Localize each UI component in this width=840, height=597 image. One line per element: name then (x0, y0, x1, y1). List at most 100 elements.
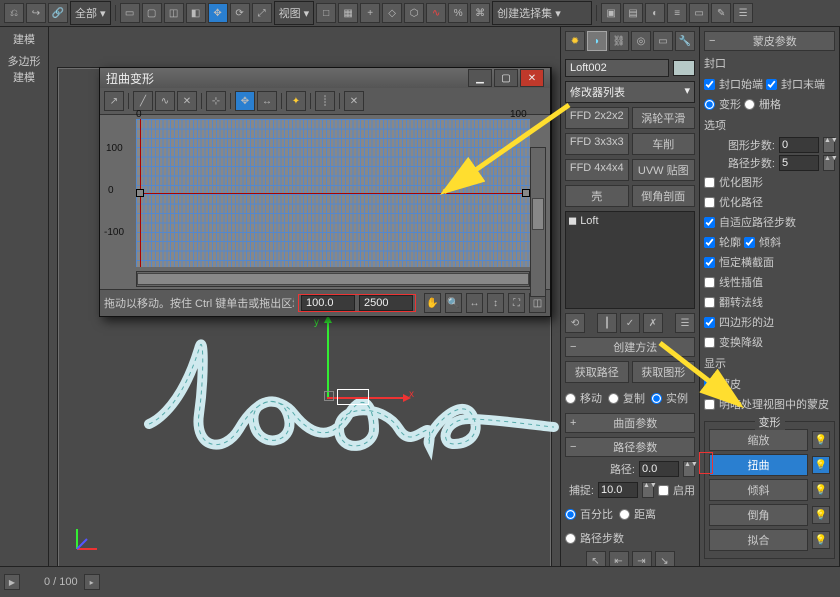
section-create[interactable]: −创建方法 (565, 337, 695, 357)
hierarchy-tab[interactable]: ⛓ (609, 31, 629, 51)
spinner-btns[interactable]: ▲▼ (823, 137, 835, 153)
radio-instance[interactable]: 实例 (651, 389, 688, 407)
filter-dropdown[interactable]: 全部 ▾ (70, 1, 111, 25)
close-button[interactable]: ✕ (520, 69, 544, 87)
delete-point-tool[interactable]: ✕ (344, 91, 364, 111)
cap-start-chk[interactable]: 封口始端 (704, 75, 763, 93)
tool-btn[interactable]: ◫ (164, 3, 184, 23)
value-field-1[interactable]: 100.0 (301, 295, 355, 311)
graph-hscroll[interactable] (136, 271, 530, 287)
twist-bulb[interactable]: 💡 (812, 456, 830, 474)
opt-chk[interactable]: 变换降级 (704, 333, 835, 351)
maximize-button[interactable]: ▢ (494, 69, 518, 87)
opt-chk[interactable]: 四边形的边 (704, 313, 835, 331)
curve-point-end[interactable] (522, 189, 530, 197)
fit-bulb[interactable]: 💡 (812, 531, 830, 549)
tool-btn[interactable]: ▭ (689, 3, 709, 23)
cap-end-chk[interactable]: 封口末端 (766, 75, 825, 93)
move-tool[interactable]: ✥ (208, 3, 228, 23)
stack-btn[interactable]: ✗ (643, 313, 663, 333)
tool-btn[interactable]: ◧ (186, 3, 206, 23)
fit-deform-btn[interactable]: 拟合 (709, 529, 808, 551)
bevel-deform-btn[interactable]: 倒角 (709, 504, 808, 526)
curve-tool[interactable]: ↗ (104, 91, 124, 111)
enable-chk[interactable]: 启用 (658, 481, 695, 499)
zoom-tool[interactable]: ↔ (466, 293, 483, 313)
display-tab[interactable]: ▭ (653, 31, 673, 51)
section-path[interactable]: −路径参数 (565, 437, 695, 457)
get-shape-btn[interactable]: 获取图形 (632, 361, 696, 383)
mod-btn[interactable]: 车削 (632, 133, 696, 155)
modifier-stack[interactable]: ◼ Loft (565, 211, 695, 309)
stack-btn[interactable]: ┃ (597, 313, 617, 333)
selset-dropdown[interactable]: 创建选择集 ▾ (492, 1, 592, 25)
curve-tool[interactable]: ✕ (177, 91, 197, 111)
mod-btn[interactable]: FFD 4x4x4 (565, 159, 629, 181)
zoom-tool[interactable]: 🔍 (445, 293, 462, 313)
opt-chk[interactable]: 优化图形 (704, 173, 835, 191)
stack-btn[interactable]: ✓ (620, 313, 640, 333)
radio-move[interactable]: 移动 (565, 389, 602, 407)
mod-btn[interactable]: 倒角剖面 (632, 185, 696, 207)
mod-btn[interactable]: 壳 (565, 185, 629, 207)
spinner-btns[interactable]: ▲▼ (642, 482, 654, 498)
skin-vp-chk[interactable]: 明暗处理视图中的蒙皮 (704, 395, 835, 413)
scale-tool[interactable]: ⤢ (252, 3, 272, 23)
modify-tab[interactable]: ◗ (587, 31, 607, 51)
snap-btn[interactable]: ∿ (426, 3, 446, 23)
bevel-bulb[interactable]: 💡 (812, 506, 830, 524)
opt-chk[interactable]: 倾斜 (744, 233, 781, 251)
tool-btn[interactable]: ↪ (26, 3, 46, 23)
zoom-tool[interactable]: ✋ (424, 293, 441, 313)
tool-btn[interactable]: 🔗 (48, 3, 68, 23)
tool-btn[interactable]: ◇ (382, 3, 402, 23)
tool-btn[interactable]: + (360, 3, 380, 23)
teeter-bulb[interactable]: 💡 (812, 481, 830, 499)
shape-steps-spinner[interactable]: 0 (779, 137, 819, 153)
rotate-tool[interactable]: ⟳ (230, 3, 250, 23)
tool-btn[interactable]: % (448, 3, 468, 23)
tool-btn[interactable]: ▭ (120, 3, 140, 23)
zoom-tool[interactable]: ↕ (487, 293, 504, 313)
scale-bulb[interactable]: 💡 (812, 431, 830, 449)
tool-btn[interactable]: ☰ (733, 3, 753, 23)
skin-chk[interactable]: 蒙皮 (704, 375, 835, 393)
opt-chk[interactable]: 翻转法线 (704, 293, 835, 311)
deform-graph[interactable] (136, 119, 530, 267)
opt-chk[interactable]: 恒定横截面 (704, 253, 835, 271)
motion-tab[interactable]: ◎ (631, 31, 651, 51)
path-steps-spinner[interactable]: 5 (779, 155, 819, 171)
mod-btn[interactable]: FFD 2x2x2 (565, 107, 629, 129)
spinner-btns[interactable]: ▲▼ (823, 155, 835, 171)
tool-btn[interactable]: ◐ (645, 3, 665, 23)
section-surface[interactable]: +曲面参数 (565, 413, 695, 433)
get-path-btn[interactable]: 获取路径 (565, 361, 629, 383)
move-point-tool[interactable]: ✥ (235, 91, 255, 111)
curve-tool[interactable]: ✦ (286, 91, 306, 111)
play-button[interactable]: ▶ (4, 574, 20, 590)
dialog-titlebar[interactable]: 扭曲变形 ▁ ▢ ✕ (100, 68, 550, 88)
curve-tool[interactable]: ╱ (133, 91, 153, 111)
zoom-tool[interactable]: ⛶ (508, 293, 525, 313)
spinner-btns[interactable]: ▲▼ (683, 461, 695, 477)
modifier-list-dropdown[interactable]: 修改器列表▾ (565, 81, 695, 103)
value-field-2[interactable]: 2500 (359, 295, 413, 311)
tool-btn[interactable]: ⬡ (404, 3, 424, 23)
tool-btn[interactable]: ▢ (142, 3, 162, 23)
opt-chk[interactable]: 线性插值 (704, 273, 835, 291)
object-name-field[interactable]: Loft002 (565, 59, 669, 77)
mod-btn[interactable]: 涡轮平滑 (632, 107, 696, 129)
curve-point-start[interactable] (136, 189, 144, 197)
opt-chk[interactable]: 优化路径 (704, 193, 835, 211)
opt-chk[interactable]: 自适应路径步数 (704, 213, 835, 231)
minimize-button[interactable]: ▁ (468, 69, 492, 87)
teeter-deform-btn[interactable]: 倾斜 (709, 479, 808, 501)
tool-btn[interactable]: ✎ (711, 3, 731, 23)
curve-tool[interactable]: ∿ (155, 91, 175, 111)
radio-percent[interactable]: 百分比 (565, 505, 613, 523)
radio-copy[interactable]: 复制 (608, 389, 645, 407)
path-spinner[interactable]: 0.0 (639, 461, 679, 477)
tool-btn[interactable]: ▦ (338, 3, 358, 23)
tool-btn[interactable]: ⎌ (4, 3, 24, 23)
section-skin[interactable]: −蒙皮参数 (704, 31, 835, 51)
